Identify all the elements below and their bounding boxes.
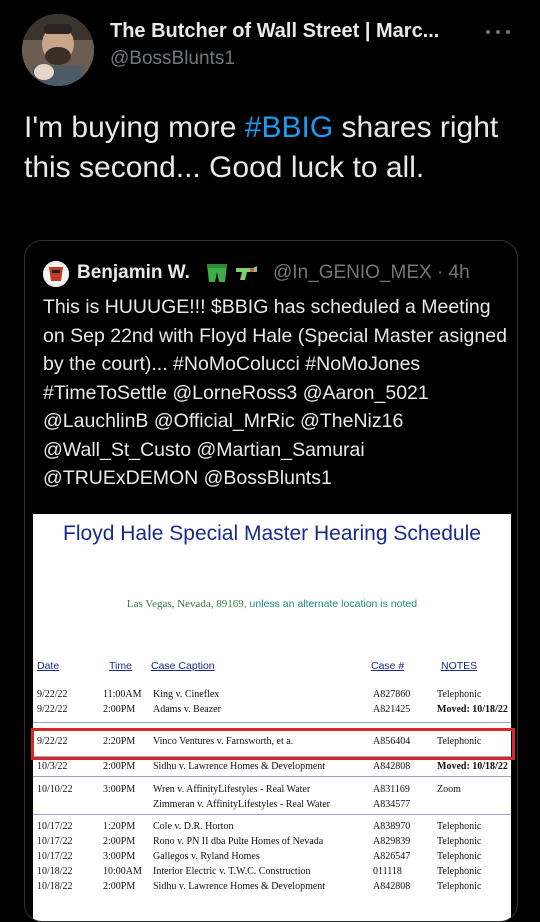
cell-case-caption: King v. Cineflex [153,689,220,700]
author-display-name[interactable]: The Butcher of Wall Street | Marc... [110,20,470,43]
cell-date: 9/22/22 [37,704,68,715]
table-row: 9/22/22 11:00AM King v. Cineflex A827860 Tel… [33,689,511,704]
cell-date: 10/17/22 [37,836,73,847]
cell-case-number: A838970 [373,821,411,832]
cell-date: 10/17/22 [37,851,73,862]
cell-notes: Moved: 10/18/22 [437,704,508,715]
more-options-icon[interactable] [482,22,514,42]
author-handle[interactable]: @BossBlunts1 [110,48,235,70]
cell-notes: Moved: 10/18/22 [437,761,508,772]
cell-case-number: A829839 [373,836,411,847]
row-divider [33,776,511,777]
cell-date: 10/18/22 [37,881,73,892]
cell-case-caption: Interior Electric v. T.W.C. Construction [153,866,311,877]
cell-case-caption: Cole v. D.R. Horton [153,821,234,832]
attached-image[interactable]: Floyd Hale Special Master Hearing Schedu… [31,514,515,921]
cell-case-number: A827860 [373,689,411,700]
header-notes: NOTES [441,660,478,672]
cell-case-number: A834577 [373,799,411,810]
cell-time: 3:00PM [103,851,136,862]
cell-time: 1:20PM [103,821,136,832]
cell-case-caption: Sidhu v. Lawrence Homes & Development [153,881,326,892]
cell-case-number: 011118 [373,866,402,877]
quoted-author-avatar[interactable] [43,261,69,287]
table-row: 10/17/22 1:20PM Cole v. D.R. Horton A838970… [33,821,511,836]
cell-case-number: A831169 [373,784,410,795]
cell-case-caption: Rono v. PN II dba Pulte Homes of Nevada [153,836,324,847]
cell-time: 11:00AM [103,689,142,700]
header-time: Time [109,660,132,672]
cell-case-number: A842808 [373,761,411,772]
document-title: Floyd Hale Special Master Hearing Schedu… [63,522,481,545]
cell-time: 10:00AM [103,866,142,877]
highlight-box [31,728,515,760]
cell-date: 10/17/22 [37,821,73,832]
author-avatar[interactable] [22,14,94,86]
cell-notes: Telephonic [437,881,482,892]
table-row: Zimmeran v. AffinityLifestyles - Real Wa… [33,799,511,814]
quoted-author-handle[interactable]: @In_GENIO_MEX · 4h [273,262,470,284]
tweet-text-start: I'm buying more [24,111,245,144]
tweet-header: The Butcher of Wall Street | Marc... @Bo… [0,0,540,100]
cell-case-number: A826547 [373,851,411,862]
cell-notes: Telephonic [437,821,482,832]
table-row: 10/17/22 2:00PM Rono v. PN II dba Pulte Ho… [33,836,511,851]
quoted-tweet-text: This is HUUUGE!!! $BBIG has scheduled a … [43,296,507,489]
location-text: Las Vegas, Nevada, 89169 [126,598,244,610]
table-row: 10/3/22 2:00PM Sidhu v. Lawrence Homes & D… [33,761,511,776]
cell-notes: Zoom [437,784,461,795]
cell-date: 10/3/22 [37,761,68,772]
table-row: 10/18/22 2:00PM Sidhu v. Lawrence Homes & … [33,881,511,896]
row-divider [33,814,511,815]
table-row: 10/10/22 3:00PM Wren v. AffinityLifestyles… [33,784,511,799]
cell-time: 2:00PM [103,761,136,772]
header-case-number: Case # [371,660,405,672]
row-divider [33,722,511,723]
cell-case-caption: Wren v. AffinityLifestyles - Real Water [153,784,311,795]
table-row: 10/17/22 3:00PM Gallegos v. Ryland Homes A8… [33,851,511,866]
cell-time: 2:00PM [103,704,136,715]
quoted-author-name[interactable]: Benjamin W. [77,262,190,284]
cell-time: 2:00PM [103,881,136,892]
cell-case-caption: Zimmeran v. AffinityLifestyles - Real Wa… [153,799,331,810]
cell-notes: Telephonic [437,836,482,847]
cell-case-number: A842808 [373,881,411,892]
quoted-tweet[interactable]: Benjamin W. @In_GENIO_MEX · 4h This is H… [24,240,518,922]
cell-time: 3:00PM [103,784,136,795]
cell-case-caption: Gallegos v. Ryland Homes [153,851,260,862]
cell-time: 2:00PM [103,836,136,847]
cell-date: 10/10/22 [37,784,73,795]
cell-notes: Telephonic [437,689,482,700]
cell-notes: Telephonic [437,851,482,862]
table-row: 9/22/22 2:00PM Adams v. Beazer A821425 Moved… [33,704,511,719]
table-row: 10/18/22 10:00AM Interior Electric v. T.W.… [33,866,511,881]
location-note: , unless an alternate location is noted [243,598,418,610]
cell-case-caption: Adams v. Beazer [153,704,221,715]
cell-date: 9/22/22 [37,689,68,700]
cell-notes: Telephonic [437,866,482,877]
cell-case-number: A821425 [373,704,411,715]
document-location: Las Vegas, Nevada, 89169, unless an alte… [33,598,511,610]
water-gun-icon [235,262,259,284]
header-case-caption: Case Caption [151,660,215,672]
tweet-text: I'm buying more #BBIG shares right this … [24,108,524,188]
hashtag-link[interactable]: #BBIG [245,111,333,144]
shorts-icon [205,262,229,284]
cell-case-caption: Sidhu v. Lawrence Homes & Development [153,761,326,772]
cell-date: 10/18/22 [37,866,73,877]
header-date: Date [37,660,60,672]
